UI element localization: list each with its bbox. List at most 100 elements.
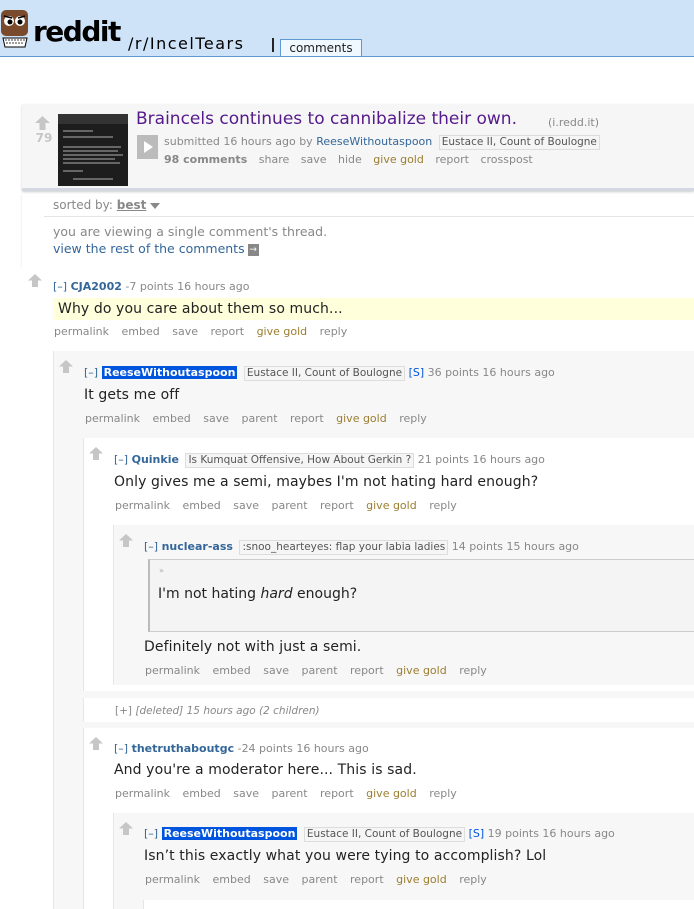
save-button[interactable]: save — [233, 787, 259, 800]
author-flair: Is Kumquat Offensive, How About Gerkin ? — [185, 453, 415, 468]
embed-button[interactable]: embed — [183, 787, 221, 800]
parent-button[interactable]: parent — [271, 787, 307, 800]
permalink-button[interactable]: permalink — [54, 325, 109, 338]
embed-button[interactable]: embed — [122, 325, 160, 338]
submitter-badge[interactable]: [S] — [409, 366, 425, 379]
parent-button[interactable]: parent — [241, 412, 277, 425]
reply-button[interactable]: reply — [459, 664, 487, 677]
upvote-arrow-icon[interactable] — [89, 447, 103, 460]
post-author[interactable]: ReeseWithoutaspoon — [316, 135, 432, 148]
save-button[interactable]: save — [263, 873, 289, 886]
give-gold-button[interactable]: give gold — [366, 499, 417, 512]
reply-button[interactable]: reply — [399, 412, 427, 425]
give-gold-button[interactable]: give gold — [396, 664, 447, 677]
collapse-toggle[interactable]: [–] — [114, 742, 128, 755]
post-thumbnail[interactable] — [58, 114, 128, 186]
collapse-toggle[interactable]: [–] — [114, 453, 128, 466]
permalink-button[interactable]: permalink — [145, 873, 200, 886]
share-button[interactable]: share — [259, 153, 290, 166]
quote-text-emphasis: hard — [260, 586, 293, 602]
save-button[interactable]: save — [203, 412, 229, 425]
view-rest-label[interactable]: view the rest of the comments — [53, 241, 245, 256]
collapse-toggle[interactable]: [–] — [84, 366, 98, 379]
crosspost-button[interactable]: crosspost — [480, 153, 532, 166]
site-header: reddit /r/IncelTears comments — [0, 0, 694, 57]
comment-author-op[interactable]: ReeseWithoutaspoon — [101, 366, 238, 379]
quote-text: I'm not hating hard enough? — [158, 586, 357, 602]
report-button[interactable]: report — [320, 499, 354, 512]
save-button[interactable]: save — [233, 499, 259, 512]
report-button[interactable]: report — [320, 787, 354, 800]
reply-button[interactable]: reply — [429, 499, 457, 512]
give-gold-button[interactable]: give gold — [336, 412, 387, 425]
deleted-comment-text: [deleted] 15 hours ago (2 children) — [135, 705, 320, 717]
comment-meta: -24 points 16 hours ago — [237, 742, 369, 755]
parent-button[interactable]: parent — [301, 664, 337, 677]
save-button[interactable]: save — [301, 153, 327, 166]
expando-play-icon[interactable] — [137, 135, 158, 159]
report-button[interactable]: report — [210, 325, 244, 338]
reply-button[interactable]: reply — [320, 325, 348, 338]
post-title[interactable]: Braincels continues to cannibalize their… — [136, 109, 517, 129]
give-gold-button[interactable]: give gold — [366, 787, 417, 800]
upvote-arrow-icon[interactable] — [59, 360, 73, 373]
post-domain[interactable]: (i.redd.it) — [548, 116, 599, 129]
author-flair: Eustace II, Count of Boulogne — [243, 366, 406, 381]
reply-button[interactable]: reply — [459, 873, 487, 886]
parent-button[interactable]: parent — [271, 499, 307, 512]
hide-button[interactable]: hide — [338, 153, 362, 166]
comment-tagline: [–] Quinkie Is Kumquat Offensive, How Ab… — [114, 453, 545, 468]
comment-author[interactable]: nuclear-ass — [162, 540, 233, 553]
report-button[interactable]: report — [290, 412, 324, 425]
tab-comments[interactable]: comments — [280, 39, 362, 56]
permalink-button[interactable]: permalink — [115, 787, 170, 800]
upvote-arrow-icon[interactable] — [119, 534, 133, 547]
give-gold-button[interactable]: give gold — [373, 153, 424, 166]
collapse-toggle[interactable]: [–] — [53, 280, 67, 293]
chevron-down-icon[interactable] — [150, 202, 161, 209]
comment-tagline: [–] ReeseWithoutaspoon Eustace II, Count… — [84, 366, 555, 381]
expand-toggle[interactable]: [+] — [115, 705, 132, 717]
parent-button[interactable]: parent — [301, 873, 337, 886]
embed-button[interactable]: embed — [153, 412, 191, 425]
upvote-arrow-icon[interactable] — [119, 822, 133, 835]
save-button[interactable]: save — [263, 664, 289, 677]
permalink-button[interactable]: permalink — [85, 412, 140, 425]
post-upvote-arrow-icon[interactable] — [35, 116, 50, 130]
collapse-toggle[interactable]: [–] — [144, 827, 158, 840]
quote-text-end: enough? — [292, 586, 358, 602]
subreddit-name[interactable]: /r/IncelTears — [128, 34, 244, 53]
collapse-toggle[interactable]: [–] — [144, 540, 158, 553]
comment-body: Isn’t this exactly what you were tying t… — [144, 848, 547, 864]
sort-value[interactable]: best — [117, 198, 147, 212]
report-button[interactable]: report — [350, 873, 384, 886]
header-separator — [272, 38, 274, 52]
comment-author[interactable]: Quinkie — [132, 453, 179, 466]
upvote-arrow-icon[interactable] — [28, 274, 42, 287]
save-button[interactable]: save — [172, 325, 198, 338]
embed-button[interactable]: embed — [213, 873, 251, 886]
comment-author[interactable]: thetruthaboutgc — [132, 742, 235, 755]
submitter-badge[interactable]: [S] — [469, 827, 485, 840]
divider — [44, 216, 694, 217]
report-button[interactable]: report — [350, 664, 384, 677]
reddit-wordmark[interactable]: reddit — [33, 18, 121, 46]
arrow-right-icon[interactable]: → — [247, 243, 259, 256]
quote-mark-icon: » — [159, 566, 164, 575]
comment-buttons: permalink embed save parent report give … — [145, 873, 496, 886]
embed-button[interactable]: embed — [213, 664, 251, 677]
embed-button[interactable]: embed — [183, 499, 221, 512]
view-rest-link[interactable]: view the rest of the comments → — [53, 241, 259, 256]
comments-link[interactable]: 98 comments — [164, 153, 247, 166]
reply-button[interactable]: reply — [429, 787, 457, 800]
upvote-arrow-icon[interactable] — [89, 737, 103, 750]
comment-author[interactable]: CJA2002 — [71, 280, 122, 293]
report-button[interactable]: report — [435, 153, 469, 166]
give-gold-button[interactable]: give gold — [257, 325, 308, 338]
comment-author-op[interactable]: ReeseWithoutaspoon — [161, 827, 298, 840]
permalink-button[interactable]: permalink — [145, 664, 200, 677]
deleted-comment-line: [+] [deleted] 15 hours ago (2 children) — [115, 705, 320, 717]
reddit-alien-logo-icon[interactable] — [0, 7, 30, 49]
permalink-button[interactable]: permalink — [115, 499, 170, 512]
give-gold-button[interactable]: give gold — [396, 873, 447, 886]
